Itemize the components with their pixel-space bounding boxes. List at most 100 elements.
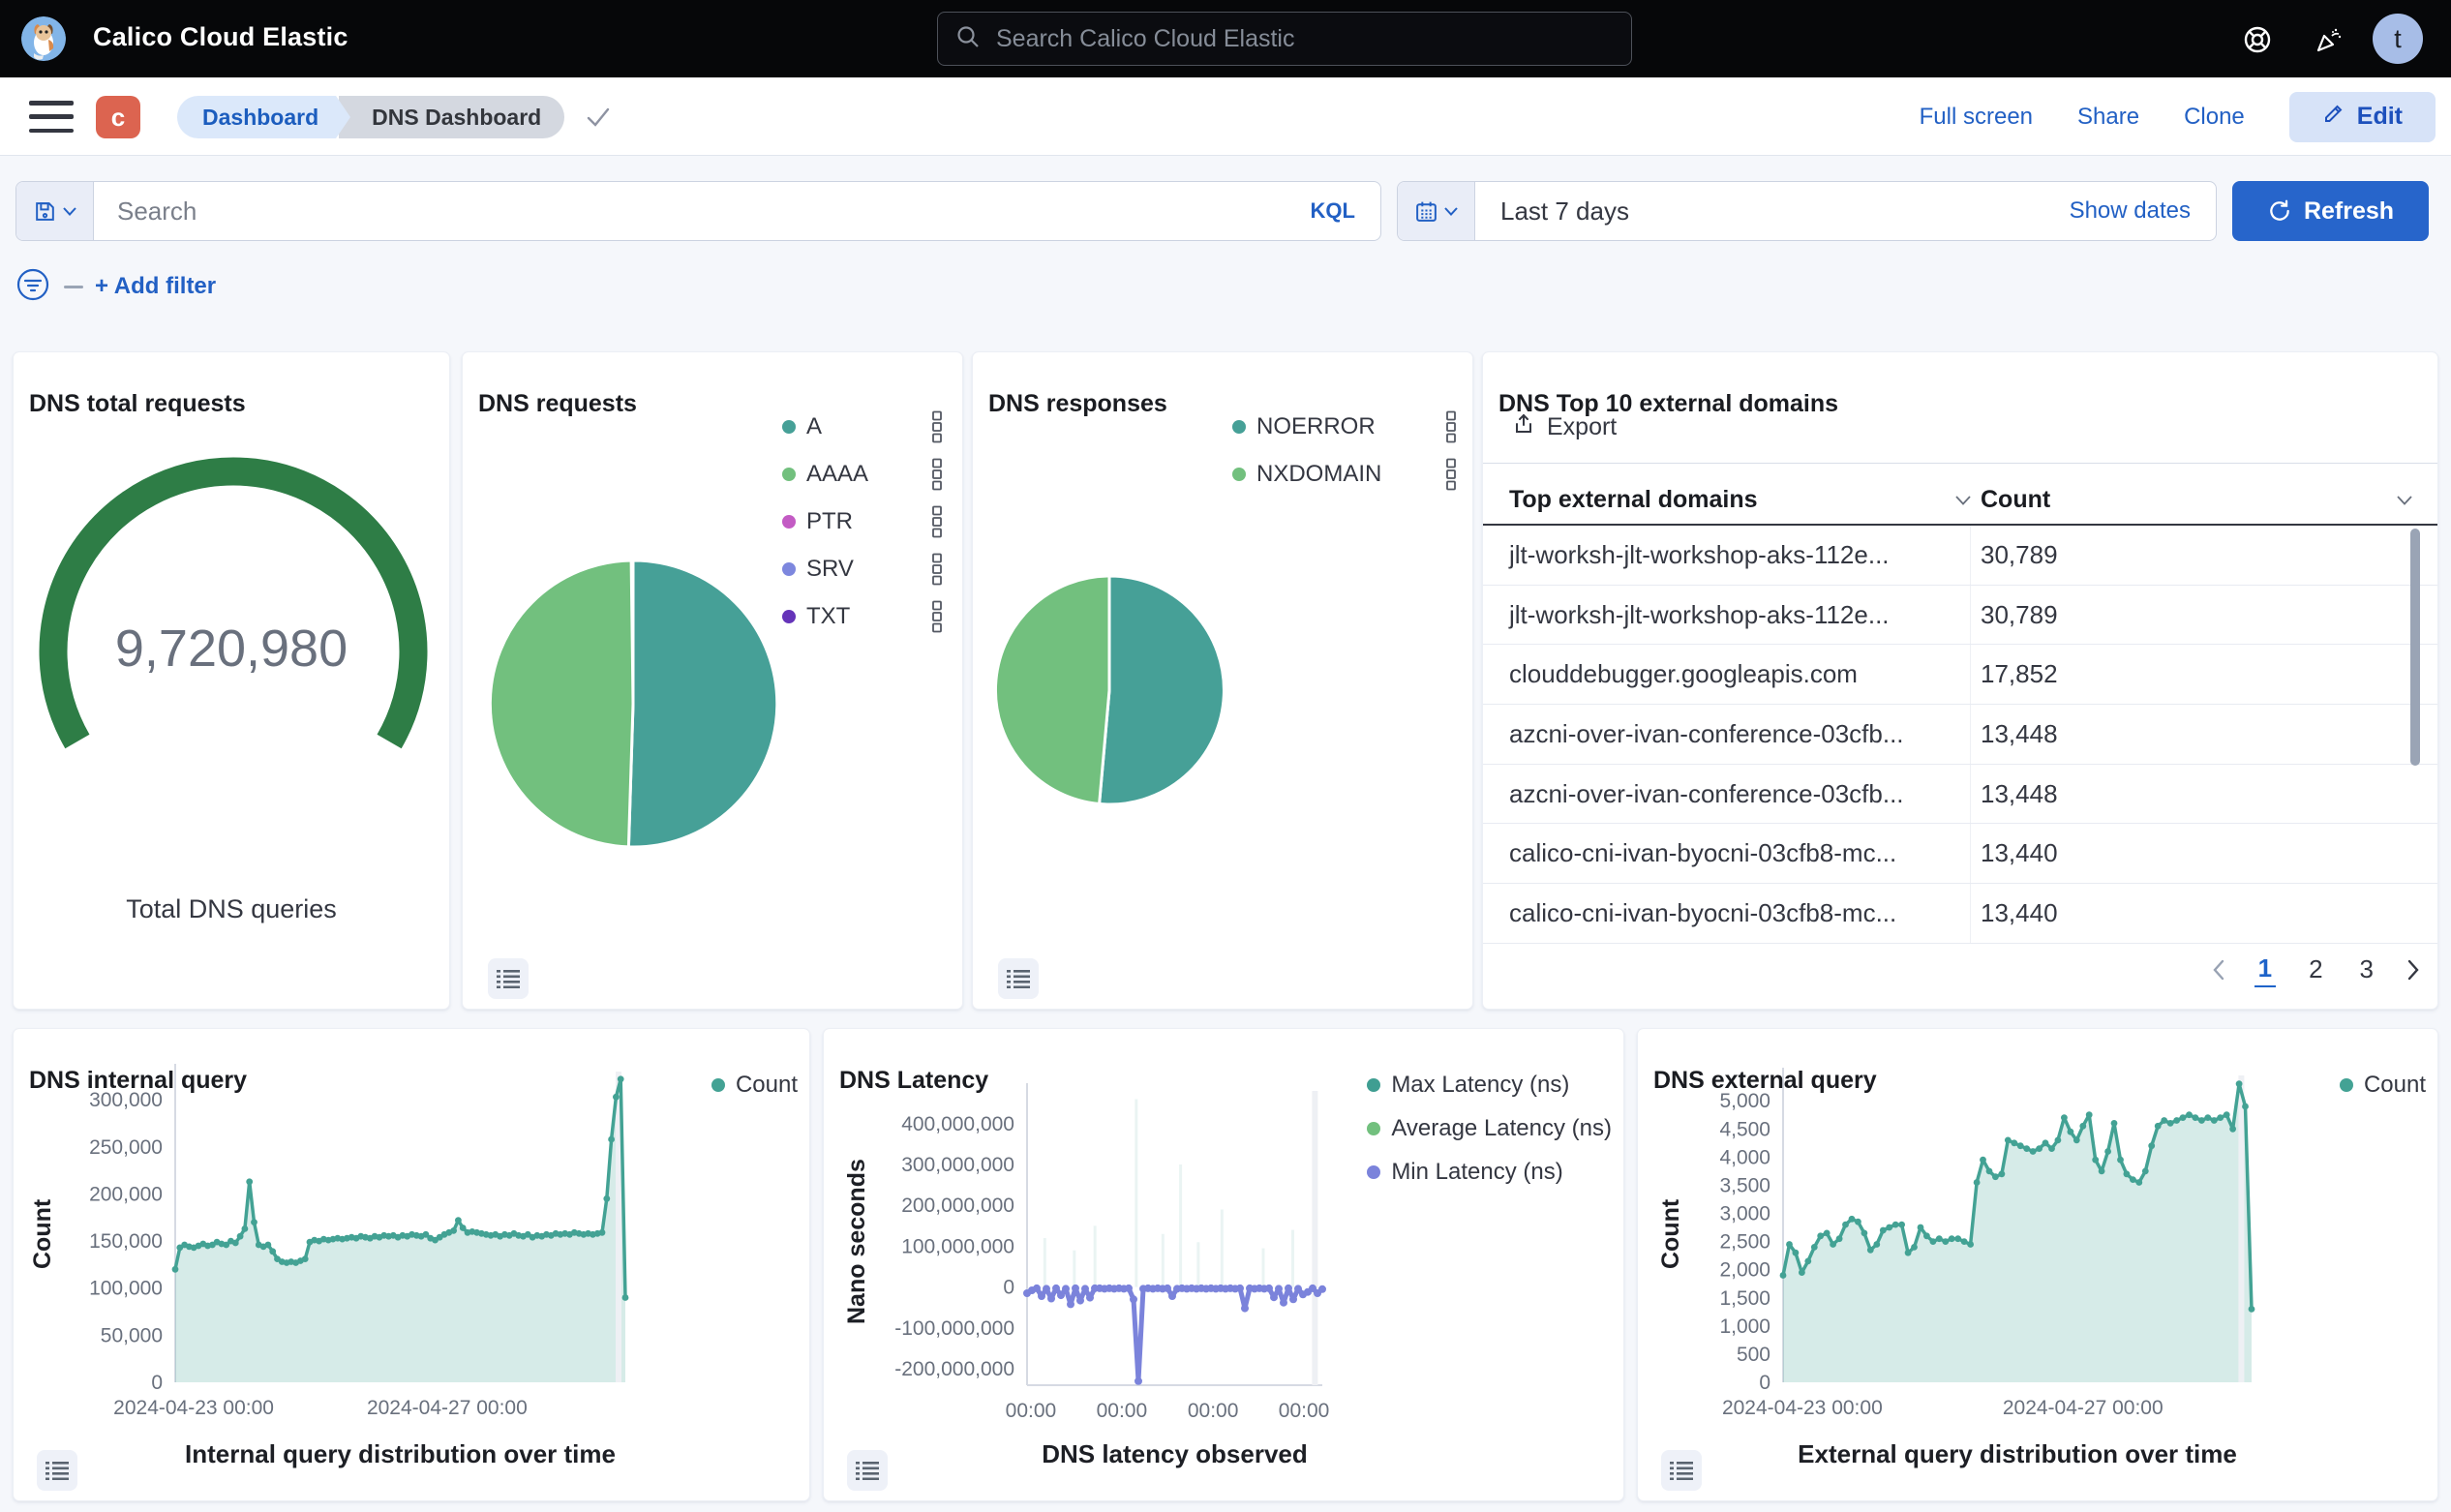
edit-button[interactable]: Edit (2289, 92, 2436, 142)
table-row[interactable]: azcni-over-ivan-conference-03cfb...13,44… (1483, 705, 2437, 765)
legend-actions-icon[interactable] (931, 553, 943, 586)
legend-actions-icon[interactable] (1445, 410, 1457, 443)
legend-item-count[interactable]: Count (2340, 1072, 2426, 1099)
panel-title: DNS requests (478, 390, 637, 418)
cell-count: 30,789 (1971, 540, 2437, 570)
table-row[interactable]: jlt-worksh-jlt-workshop-aks-112e...30,78… (1483, 586, 2437, 646)
legend-item-count[interactable]: Count (711, 1072, 798, 1099)
export-label: Export (1547, 413, 1617, 441)
legend-item-noerror[interactable]: NOERROR (1232, 410, 1457, 443)
panel-title: DNS internal query (29, 1067, 247, 1095)
table-row[interactable]: calico-cni-ivan-byocni-03cfb8-mc...13,44… (1483, 884, 2437, 944)
legend-item-average-latency-ns-[interactable]: Average Latency (ns) (1367, 1115, 1612, 1142)
news-party-popper-icon[interactable] (2310, 21, 2346, 58)
calico-logo-icon (21, 16, 66, 61)
table-scrollbar[interactable] (2410, 529, 2420, 766)
full-screen-button[interactable]: Full screen (1920, 104, 2033, 131)
time-range-picker: Last 7 days Show dates (1397, 181, 2217, 241)
pagination-page-2[interactable]: 2 (2305, 953, 2326, 986)
legend-actions-icon[interactable] (931, 410, 943, 443)
legend-label: Count (2364, 1072, 2426, 1099)
legend-label: NOERROR (1256, 413, 1376, 440)
legend-item-srv[interactable]: SRV (782, 553, 943, 586)
svg-text:2024-04-27 00:00: 2024-04-27 00:00 (367, 1397, 528, 1419)
legend-item-txt[interactable]: TXT (782, 600, 943, 633)
dns-requests-pie-chart[interactable] (488, 559, 778, 849)
panel-title: DNS Latency (839, 1067, 988, 1095)
panel-dns-internal-query: DNS internal query Count Count 300,00025… (13, 1028, 810, 1501)
kql-search-box: KQL (15, 181, 1381, 241)
pagination-page-3[interactable]: 3 (2356, 953, 2377, 986)
internal-query-area-chart[interactable]: 300,000250,000200,000150,000100,00050,00… (14, 1029, 811, 1502)
global-search-input[interactable] (994, 24, 1614, 54)
time-range-value[interactable]: Last 7 days (1475, 197, 1629, 227)
legend-toggle-button[interactable] (998, 958, 1039, 999)
svg-text:2,000: 2,000 (1719, 1259, 1770, 1282)
legend-toggle-button[interactable] (37, 1450, 77, 1491)
legend-item-min-latency-ns-[interactable]: Min Latency (ns) (1367, 1159, 1562, 1186)
legend-color-dot (782, 610, 796, 623)
table-row[interactable]: azcni-over-ivan-conference-03cfb...13,44… (1483, 765, 2437, 825)
pagination-page-1[interactable]: 1 (2254, 952, 2276, 987)
panel-dns-requests: DNS requests A AAAA PTR SRV TXT (462, 351, 963, 1010)
dns-responses-legend: NOERROR NXDOMAIN (1232, 410, 1457, 491)
legend-toggle-button[interactable] (847, 1450, 888, 1491)
help-icon[interactable] (2239, 21, 2276, 58)
legend-actions-icon[interactable] (931, 458, 943, 491)
search-icon (955, 24, 981, 54)
global-search[interactable] (937, 12, 1632, 66)
panel-dns-responses: DNS responses NOERROR NXDOMAIN (972, 351, 1473, 1010)
space-switcher[interactable]: c (96, 96, 140, 138)
legend-item-nxdomain[interactable]: NXDOMAIN (1232, 458, 1457, 491)
app-header: Calico Cloud Elastic t (0, 0, 2451, 77)
gauge-value: 9,720,980 (14, 619, 449, 679)
pagination-next-icon[interactable] (2406, 959, 2420, 981)
legend-color-dot (1367, 1122, 1380, 1135)
share-button[interactable]: Share (2077, 104, 2139, 131)
export-button[interactable]: Export (1512, 412, 1617, 442)
svg-text:00:00: 00:00 (1279, 1400, 1330, 1422)
legend-item-max-latency-ns-[interactable]: Max Latency (ns) (1367, 1072, 1569, 1099)
kql-search-input[interactable] (94, 197, 1286, 227)
menu-icon[interactable] (29, 101, 74, 133)
legend-label: A (806, 413, 822, 440)
table-row[interactable]: clouddebugger.googleapis.com17,852 (1483, 645, 2437, 705)
user-avatar[interactable]: t (2373, 14, 2423, 64)
add-filter-button[interactable]: + Add filter (95, 273, 216, 300)
external-query-area-chart[interactable]: 5,0004,5004,0003,5003,0002,5002,0001,500… (1638, 1029, 2439, 1502)
cell-count: 17,852 (1971, 659, 2437, 689)
legend-item-aaaa[interactable]: AAAA (782, 458, 943, 491)
calendar-menu[interactable] (1398, 182, 1475, 240)
legend-color-dot (782, 515, 796, 529)
legend-actions-icon[interactable] (931, 600, 943, 633)
pagination-prev-icon[interactable] (2212, 959, 2225, 981)
svg-text:250,000: 250,000 (89, 1136, 163, 1159)
table-row[interactable]: calico-cni-ivan-byocni-03cfb8-mc...13,44… (1483, 824, 2437, 884)
refresh-button[interactable]: Refresh (2232, 181, 2429, 241)
legend-toggle-button[interactable] (488, 958, 529, 999)
cell-count: 30,789 (1971, 600, 2437, 630)
legend-item-a[interactable]: A (782, 410, 943, 443)
y-axis-title: Nano seconds (843, 1159, 871, 1324)
column-header-count[interactable]: Count (1971, 476, 2437, 524)
legend-color-dot (1232, 420, 1246, 434)
breadcrumb-dashboard[interactable]: Dashboard (177, 96, 336, 138)
export-icon (1512, 412, 1535, 442)
column-header-domains[interactable]: Top external domains (1483, 476, 1971, 524)
y-axis-title: Count (1657, 1199, 1685, 1269)
legend-actions-icon[interactable] (931, 505, 943, 538)
legend-toggle-button[interactable] (1661, 1450, 1702, 1491)
legend-actions-icon[interactable] (1445, 458, 1457, 491)
kql-language-toggle[interactable]: KQL (1286, 198, 1380, 224)
panel-dns-total-requests: DNS total requests 9,720,980 Total DNS q… (13, 351, 450, 1010)
legend-item-ptr[interactable]: PTR (782, 505, 943, 538)
show-dates-button[interactable]: Show dates (2070, 197, 2216, 225)
table-row[interactable]: jlt-worksh-jlt-workshop-aks-112e...30,78… (1483, 526, 2437, 586)
filter-bar: + Add filter (15, 267, 216, 306)
svg-text:300,000,000: 300,000,000 (901, 1154, 1014, 1176)
filters-menu-icon[interactable] (15, 267, 50, 307)
svg-text:4,500: 4,500 (1719, 1118, 1770, 1140)
saved-query-menu[interactable] (16, 182, 94, 240)
clone-button[interactable]: Clone (2184, 104, 2245, 131)
dns-responses-pie-chart[interactable] (993, 574, 1226, 806)
